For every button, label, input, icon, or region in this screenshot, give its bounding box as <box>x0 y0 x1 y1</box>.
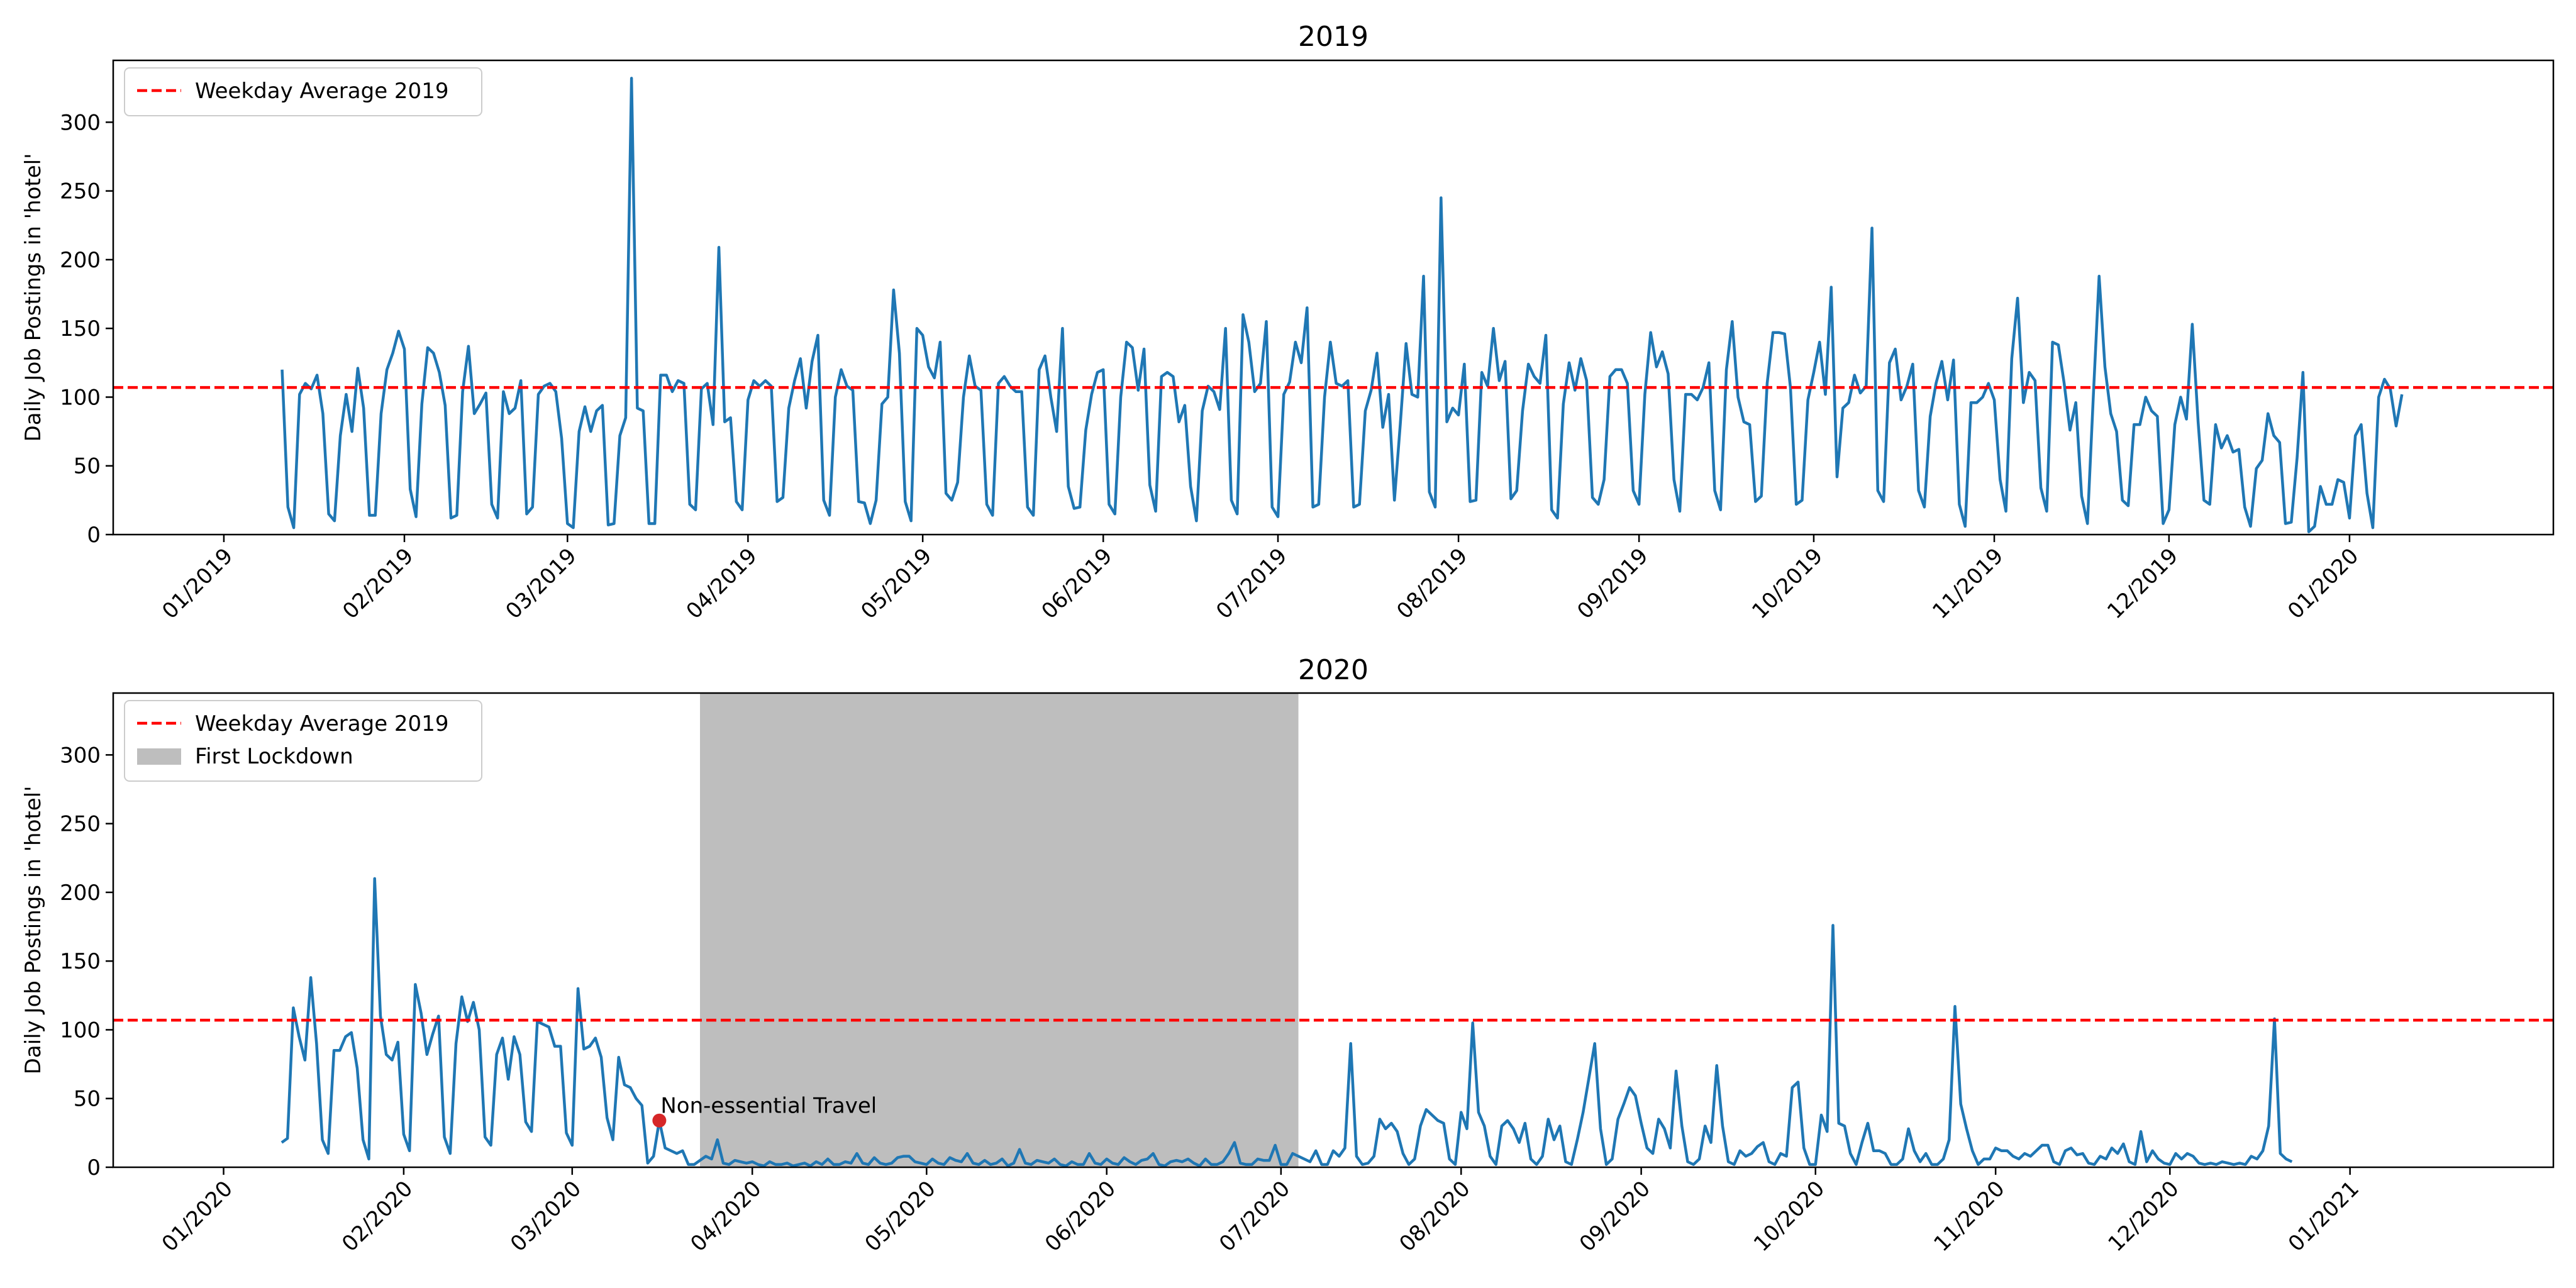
x-tick-label: 03/2020 <box>506 1176 586 1257</box>
x-tick-label: 07/2019 <box>1211 543 1292 624</box>
ylabel-2020: Daily Job Postings in 'hotel' <box>21 786 46 1075</box>
x-tick-label: 09/2019 <box>1572 543 1653 624</box>
x-tick-label: 01/2020 <box>157 1176 238 1257</box>
y-tick-label: 250 <box>60 179 101 204</box>
x-tick-label: 08/2019 <box>1392 543 1472 624</box>
legend-label: Weekday Average 2019 <box>195 711 448 736</box>
x-tick-label: 09/2020 <box>1575 1176 1655 1257</box>
figure: 2019 050100150200250300 01/2019 02/2019 03… <box>21 21 2555 1257</box>
chart-title-2019: 2019 <box>1298 21 1368 53</box>
legend-label: Weekday Average 2019 <box>195 79 448 104</box>
y-tick-label: 300 <box>60 743 101 768</box>
legend-2019: Weekday Average 2019 <box>124 67 482 116</box>
y-tick-label: 50 <box>74 454 101 479</box>
x-tick-label: 08/2020 <box>1394 1176 1475 1257</box>
annotation-label: Non-essential Travel <box>660 1094 877 1119</box>
x-tick-label: 03/2019 <box>501 543 581 624</box>
x-tick-label: 12/2020 <box>2103 1176 2184 1257</box>
chart-title-2020: 2020 <box>1298 654 1368 686</box>
x-tick-label: 01/2019 <box>157 543 238 624</box>
x-tick-label: 05/2020 <box>860 1176 941 1257</box>
y-tick-label: 200 <box>60 248 101 273</box>
series-line-0 <box>280 77 2404 533</box>
x-tick-label: 04/2020 <box>686 1176 766 1257</box>
y-tick-label: 0 <box>87 523 101 548</box>
y-tick-label: 0 <box>87 1155 101 1180</box>
y-tick-label: 150 <box>60 316 101 341</box>
y-tick-label: 250 <box>60 812 101 837</box>
ylabel-2019: Daily Job Postings in 'hotel' <box>21 153 46 442</box>
x-tick-label: 11/2020 <box>1929 1176 2009 1257</box>
y-tick-label: 100 <box>60 385 101 410</box>
x-tick-label: 10/2020 <box>1749 1176 1829 1257</box>
y-tick-label: 150 <box>60 949 101 974</box>
legend-swatch-lockdown <box>137 748 181 765</box>
x-tick-label: 12/2019 <box>2102 543 2183 624</box>
x-tick-label: 06/2019 <box>1036 543 1117 624</box>
x-tick-label: 05/2019 <box>856 543 936 624</box>
legend-label: First Lockdown <box>195 744 353 769</box>
x-tick-label: 04/2019 <box>682 543 762 624</box>
chart-2019: 2019 0 50 100 150 200 250 300 01/2019 02/2019 03… <box>21 21 2555 624</box>
x-tick-label: 02/2019 <box>338 543 418 624</box>
x-tick-label: 06/2020 <box>1040 1176 1121 1257</box>
legend-2020: Weekday Average 2019 First Lockdown <box>124 700 482 782</box>
x-tick-label: 01/2020 <box>2283 543 2363 624</box>
chart-2020: 2020 Non-essential Travel 0 50 100 150 200 25… <box>21 654 2555 1257</box>
plot-frame-2019 <box>112 59 2555 536</box>
y-tick-label: 100 <box>60 1018 101 1043</box>
x-tick-label: 02/2020 <box>337 1176 418 1257</box>
x-tick-label: 10/2019 <box>1747 543 1828 624</box>
x-tick-label: 11/2019 <box>1928 543 2008 624</box>
x-tick-label: 07/2020 <box>1214 1176 1295 1257</box>
y-tick-label: 200 <box>60 880 101 906</box>
x-tick-label: 01/2021 <box>2284 1176 2364 1257</box>
y-tick-label: 50 <box>74 1087 101 1112</box>
y-tick-label: 300 <box>60 110 101 135</box>
